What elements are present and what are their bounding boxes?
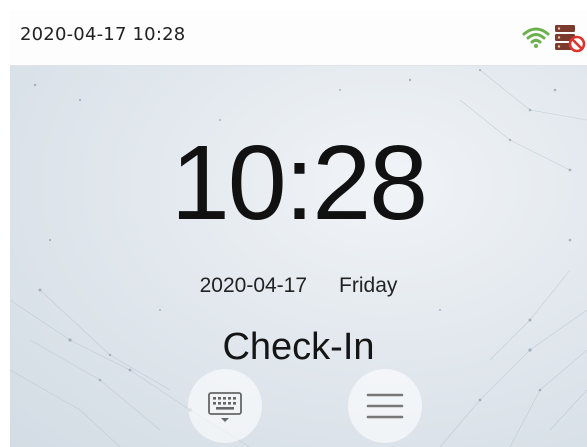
status-datetime: 2020-04-17 10:28: [20, 24, 186, 45]
keyboard-button[interactable]: [188, 369, 262, 443]
menu-icon: [366, 393, 404, 419]
attendance-state: Check-In: [222, 326, 375, 368]
menu-button[interactable]: [348, 369, 422, 443]
wifi-icon: [522, 27, 550, 48]
server-disconnected-icon: [555, 25, 586, 53]
weekday-text: Friday: [339, 274, 398, 297]
status-bar: 2020-04-17 10:28: [10, 10, 587, 66]
device-screen: 2020-04-17 10:28 10:28 2020-04-17 Friday …: [10, 10, 587, 447]
keyboard-icon: [208, 392, 242, 422]
date-row: 2020-04-17 Friday: [10, 274, 587, 298]
clock-time: 10:28: [170, 124, 428, 242]
date-text: 2020-04-17: [199, 274, 308, 297]
